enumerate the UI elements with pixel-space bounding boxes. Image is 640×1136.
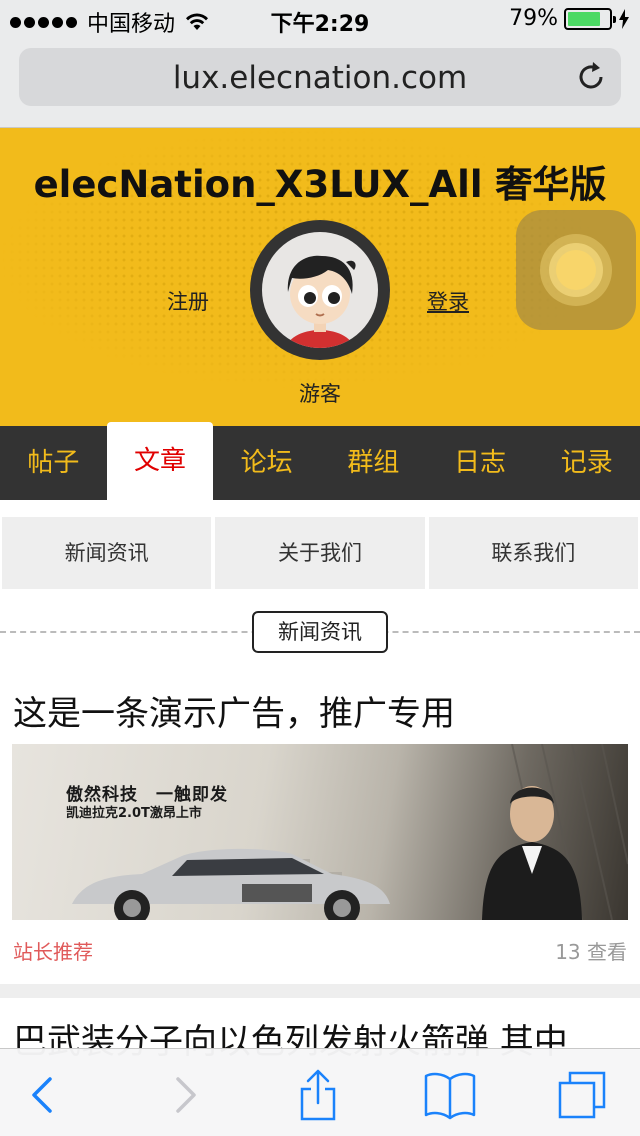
article-banner-image[interactable]: 傲然科技 一触即发 凯迪拉克2.0T激昂上市 xyxy=(12,744,628,920)
browser-toolbar xyxy=(0,1048,640,1136)
battery-percent: 79% xyxy=(509,6,558,31)
login-link[interactable]: 登录 xyxy=(427,286,469,316)
book-icon[interactable] xyxy=(422,1067,478,1123)
status-right: 79% xyxy=(509,6,630,31)
nav-item-blog[interactable]: 日志 xyxy=(427,426,534,500)
share-icon[interactable] xyxy=(290,1067,346,1123)
avatar[interactable] xyxy=(250,220,390,360)
nav-item-records[interactable]: 记录 xyxy=(533,426,640,500)
banner-graphic xyxy=(72,744,628,920)
site-title: elecNation_X3LUX_All 奢华版 xyxy=(33,163,607,206)
section-label: 新闻资讯 xyxy=(252,611,388,653)
nav-item-posts[interactable]: 帖子 xyxy=(0,426,107,500)
avatar-image xyxy=(262,232,378,348)
nav-item-groups[interactable]: 群组 xyxy=(320,426,427,500)
browser-address-area: lux.elecnation.com xyxy=(0,40,640,128)
article-source[interactable]: 站长推荐 xyxy=(13,936,93,965)
sub-tab-contact[interactable]: 联系我们 xyxy=(428,517,638,589)
article-title[interactable]: 这是一条演示广告，推广专用 xyxy=(13,686,455,735)
chevron-right-icon[interactable] xyxy=(156,1067,212,1123)
article-views: 13 查看 xyxy=(555,940,627,964)
reload-icon[interactable] xyxy=(575,61,607,93)
charging-icon xyxy=(619,8,629,29)
status-bar: 中国移动 下午2:29 79% xyxy=(0,0,640,40)
sub-tabs: 新闻资讯 关于我们 联系我们 xyxy=(0,517,640,589)
nav-item-forum[interactable]: 论坛 xyxy=(213,426,320,500)
username-label: 游客 xyxy=(299,382,341,406)
chevron-left-icon[interactable] xyxy=(16,1067,72,1123)
address-bar[interactable]: lux.elecnation.com xyxy=(19,48,621,106)
avatar-illustration xyxy=(286,255,356,348)
sub-tab-news[interactable]: 新闻资讯 xyxy=(2,517,212,589)
url-text[interactable]: lux.elecnation.com xyxy=(19,60,621,96)
register-link[interactable]: 注册 xyxy=(167,286,209,316)
nav-item-articles[interactable]: 文章 xyxy=(106,422,214,500)
tabs-icon[interactable] xyxy=(556,1067,612,1123)
article-separator xyxy=(0,984,640,998)
main-nav: 帖子 文章 论坛 群组 日志 记录 xyxy=(0,422,640,500)
battery-icon xyxy=(564,7,616,30)
sub-tab-about[interactable]: 关于我们 xyxy=(215,517,425,589)
assistive-touch-button[interactable] xyxy=(516,210,636,330)
site-header: elecNation_X3LUX_All 奢华版 注册 登录 游客 xyxy=(0,128,640,426)
